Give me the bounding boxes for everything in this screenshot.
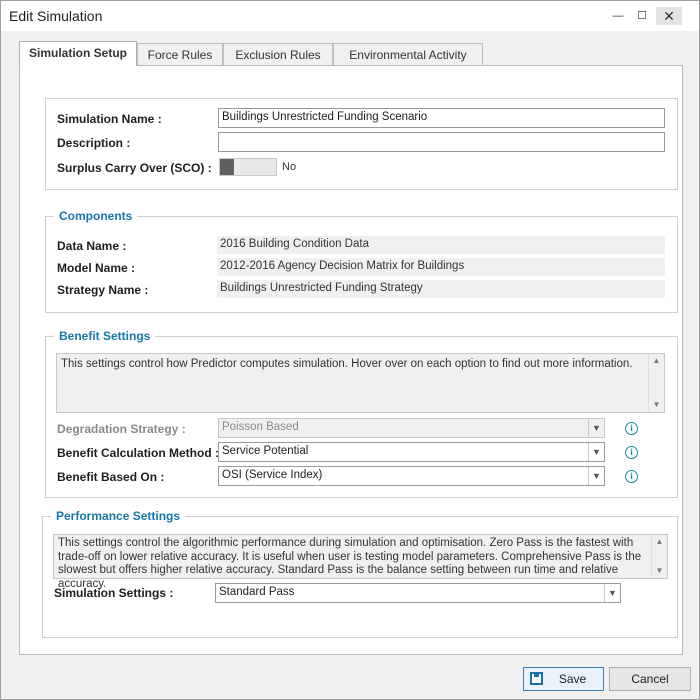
simulation-name-input[interactable]: Buildings Unrestricted Funding Scenario bbox=[218, 108, 665, 128]
benefit-based-on-value: OSI (Service Index) bbox=[222, 469, 323, 481]
window-title: Edit Simulation bbox=[9, 8, 103, 24]
simulation-name-label: Simulation Name : bbox=[57, 112, 162, 126]
benefit-calc-method-value: Service Potential bbox=[222, 445, 309, 457]
save-icon bbox=[530, 672, 543, 685]
sco-toggle[interactable] bbox=[219, 158, 277, 176]
performance-description-memo: This settings control the algorithmic pe… bbox=[53, 534, 668, 590]
tab-force-rules[interactable]: Force Rules bbox=[137, 43, 223, 65]
chevron-down-icon[interactable]: ▼ bbox=[604, 584, 620, 602]
save-button[interactable]: Save bbox=[523, 667, 604, 691]
description-label: Description : bbox=[57, 136, 131, 150]
tab-exclusion-rules[interactable]: Exclusion Rules bbox=[223, 43, 333, 65]
benefit-settings-title: Benefit Settings bbox=[54, 329, 156, 343]
benefit-description-memo: This settings control how Predictor comp… bbox=[56, 353, 665, 413]
degradation-strategy-label: Degradation Strategy : bbox=[57, 422, 186, 436]
benefit-calc-method-select[interactable]: Service Potential ▼ bbox=[218, 442, 605, 462]
scroll-up-icon[interactable]: ▲ bbox=[649, 354, 664, 368]
simulation-settings-value: Standard Pass bbox=[219, 586, 295, 598]
simulation-settings-label: Simulation Settings : bbox=[54, 586, 174, 600]
data-name-value: 2016 Building Condition Data bbox=[217, 236, 665, 254]
minimize-button[interactable]: — bbox=[607, 7, 629, 25]
chevron-down-icon[interactable]: ▼ bbox=[588, 443, 604, 461]
performance-description-scrollbar[interactable]: ▲ ▼ bbox=[651, 535, 667, 578]
sco-value: No bbox=[282, 161, 297, 173]
tab-environmental-activity[interactable]: Environmental Activity bbox=[333, 43, 483, 65]
title-bar: Edit Simulation — ☐ ✕ bbox=[1, 1, 699, 31]
benefit-description-scrollbar[interactable]: ▲ ▼ bbox=[648, 354, 664, 412]
benefit-calc-method-label: Benefit Calculation Method : bbox=[57, 446, 219, 460]
benefit-based-on-label: Benefit Based On : bbox=[57, 470, 165, 484]
close-button[interactable]: ✕ bbox=[656, 7, 682, 25]
benefit-description-text: This settings control how Predictor comp… bbox=[61, 358, 633, 370]
chevron-down-icon: ▼ bbox=[588, 419, 604, 437]
degradation-strategy-select: Poisson Based ▼ bbox=[218, 418, 605, 438]
degradation-strategy-value: Poisson Based bbox=[222, 421, 299, 433]
strategy-name-value: Buildings Unrestricted Funding Strategy bbox=[217, 280, 665, 298]
scroll-down-icon[interactable]: ▼ bbox=[652, 564, 667, 578]
description-input[interactable] bbox=[218, 132, 665, 152]
degradation-info-icon[interactable]: i bbox=[625, 422, 638, 435]
maximize-button[interactable]: ☐ bbox=[631, 7, 653, 25]
benefit-based-on-select[interactable]: OSI (Service Index) ▼ bbox=[218, 466, 605, 486]
cancel-button[interactable]: Cancel bbox=[609, 667, 691, 691]
components-title: Components bbox=[54, 209, 138, 223]
tab-simulation-setup[interactable]: Simulation Setup bbox=[19, 41, 137, 66]
toggle-thumb bbox=[220, 159, 234, 175]
sco-label: Surplus Carry Over (SCO) : bbox=[57, 161, 212, 175]
model-name-value: 2012-2016 Agency Decision Matrix for Bui… bbox=[217, 258, 665, 276]
performance-settings-title: Performance Settings bbox=[51, 509, 186, 523]
scroll-up-icon[interactable]: ▲ bbox=[652, 535, 667, 549]
based-on-info-icon[interactable]: i bbox=[625, 470, 638, 483]
strategy-name-label: Strategy Name : bbox=[57, 283, 149, 297]
simulation-settings-select[interactable]: Standard Pass ▼ bbox=[215, 583, 621, 603]
chevron-down-icon[interactable]: ▼ bbox=[588, 467, 604, 485]
save-button-label: Save bbox=[558, 672, 587, 686]
calc-method-info-icon[interactable]: i bbox=[625, 446, 638, 459]
data-name-label: Data Name : bbox=[57, 239, 127, 253]
edit-simulation-window: Edit Simulation — ☐ ✕ Simulation Setup F… bbox=[0, 0, 700, 700]
scroll-down-icon[interactable]: ▼ bbox=[649, 398, 664, 412]
model-name-label: Model Name : bbox=[57, 261, 136, 275]
